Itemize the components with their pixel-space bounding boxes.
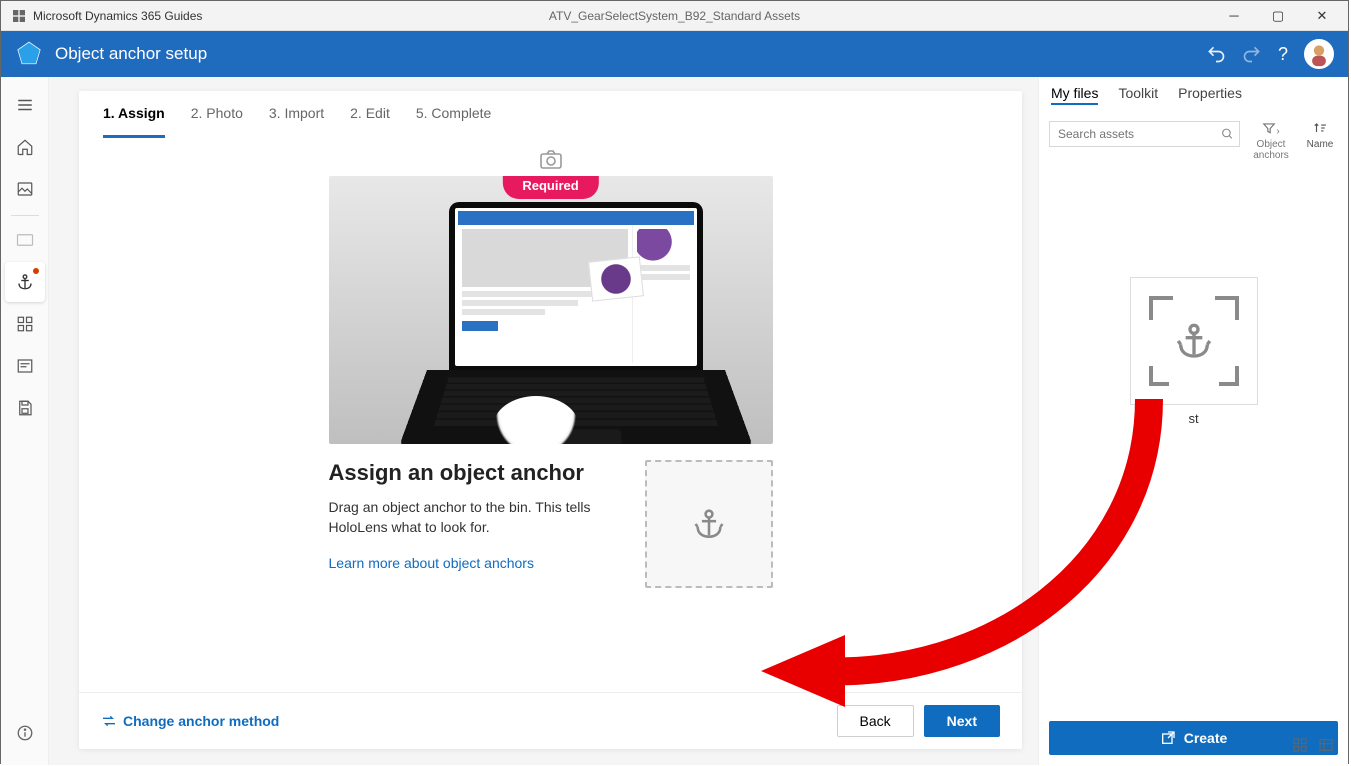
step-edit[interactable]: 2. Edit (350, 105, 390, 138)
section-description: Drag an object anchor to the bin. This t… (329, 498, 599, 537)
swap-icon (101, 713, 117, 729)
user-avatar[interactable] (1304, 39, 1334, 69)
top-bar: Object anchor setup ? (1, 31, 1348, 77)
page-title: Object anchor setup (55, 44, 207, 64)
help-button[interactable]: ? (1278, 44, 1288, 65)
hero-image: Required (329, 176, 773, 444)
anchor-icon (1174, 321, 1214, 361)
document-title: ATV_GearSelectSystem_B92_Standard Assets (549, 9, 800, 23)
redo-button[interactable] (1242, 44, 1262, 64)
nav-info[interactable] (5, 713, 45, 753)
back-button[interactable]: Back (837, 705, 914, 737)
nav-menu-button[interactable] (5, 85, 45, 125)
left-nav (1, 77, 49, 765)
step-import[interactable]: 3. Import (269, 105, 324, 138)
camera-icon (539, 150, 563, 170)
step-complete[interactable]: 5. Complete (416, 105, 491, 138)
nav-anchor[interactable] (5, 262, 45, 302)
nav-apps[interactable] (5, 304, 45, 344)
search-icon (1221, 128, 1234, 141)
list-view-icon[interactable] (1318, 737, 1334, 753)
maximize-button[interactable]: ▢ (1256, 1, 1300, 31)
app-icon (11, 8, 27, 24)
tab-my-files[interactable]: My files (1051, 85, 1098, 105)
app-title: Microsoft Dynamics 365 Guides (33, 9, 202, 23)
laptop-illustration (427, 202, 725, 444)
nav-card[interactable] (5, 220, 45, 260)
filter-icon (1262, 122, 1276, 134)
required-badge: Required (502, 176, 598, 199)
change-anchor-method-link[interactable]: Change anchor method (101, 713, 279, 729)
sort-button[interactable]: Name (1302, 121, 1338, 150)
nav-save[interactable] (5, 388, 45, 428)
anchor-dropzone[interactable] (645, 460, 773, 588)
nav-form[interactable] (5, 346, 45, 386)
nav-image[interactable] (5, 169, 45, 209)
search-input[interactable] (1049, 121, 1240, 147)
title-bar: Microsoft Dynamics 365 Guides ATV_GearSe… (1, 1, 1348, 31)
change-anchor-method-label: Change anchor method (123, 713, 279, 729)
undo-button[interactable] (1206, 44, 1226, 64)
tab-toolkit[interactable]: Toolkit (1118, 85, 1158, 105)
minimize-button[interactable]: ─ (1212, 1, 1256, 31)
close-button[interactable]: ✕ (1300, 1, 1344, 31)
wizard-footer: Change anchor method Back Next (79, 692, 1022, 749)
filter-label: Object anchors (1250, 139, 1292, 161)
learn-more-link[interactable]: Learn more about object anchors (329, 555, 631, 571)
open-icon (1160, 730, 1176, 746)
asset-tile[interactable]: st (1130, 277, 1258, 426)
create-label: Create (1184, 730, 1228, 746)
step-assign[interactable]: 1. Assign (103, 105, 165, 138)
next-button[interactable]: Next (924, 705, 1000, 737)
section-title: Assign an object anchor (329, 460, 631, 486)
asset-name: st (1130, 411, 1258, 426)
asset-thumbnail (1130, 277, 1258, 405)
grid-view-icon[interactable] (1292, 737, 1308, 753)
filter-button[interactable]: › Object anchors (1250, 121, 1292, 161)
wizard-card: 1. Assign 2. Photo 3. Import 2. Edit 5. … (79, 91, 1022, 749)
sort-icon (1313, 122, 1327, 134)
sort-label: Name (1302, 139, 1338, 150)
nav-home[interactable] (5, 127, 45, 167)
notification-dot (33, 268, 39, 274)
wizard-steps: 1. Assign 2. Photo 3. Import 2. Edit 5. … (79, 91, 1022, 138)
brand-icon (15, 40, 43, 68)
tab-properties[interactable]: Properties (1178, 85, 1242, 105)
step-photo[interactable]: 2. Photo (191, 105, 243, 138)
right-panel: My files Toolkit Properties › Object anc… (1038, 77, 1348, 765)
anchor-icon (692, 507, 726, 541)
